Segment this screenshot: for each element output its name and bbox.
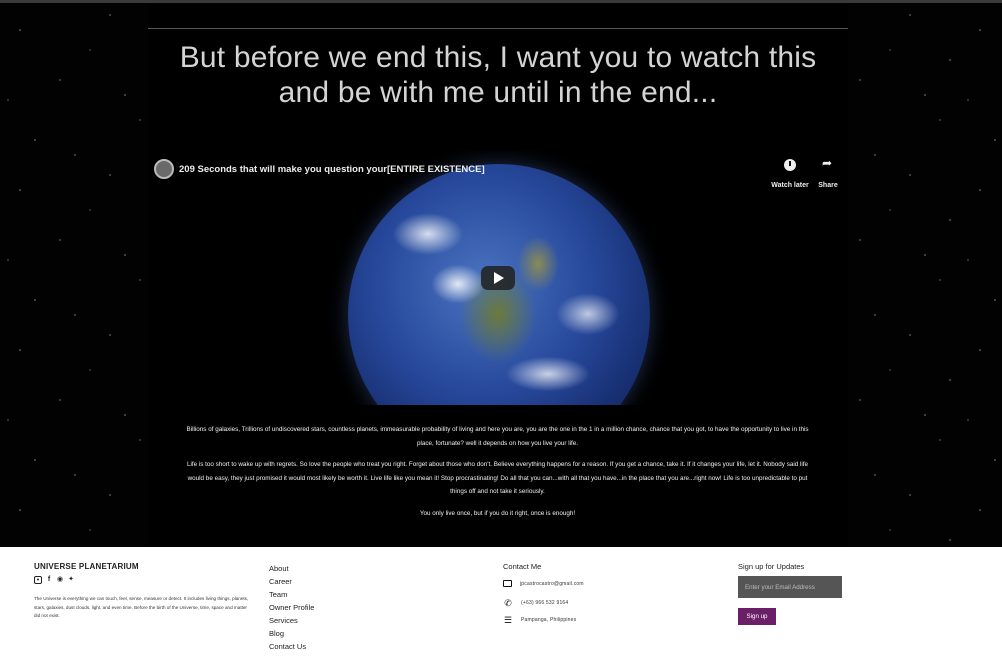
heading-line-1: But before we end this, I want you to wa… — [179, 41, 817, 74]
email-input[interactable] — [738, 576, 842, 598]
footer-link-team[interactable]: Team — [269, 588, 314, 601]
footer-link-blog[interactable]: Blog — [269, 627, 314, 640]
footer-brand: UNIVERSE PLANETARIUM — [34, 562, 139, 571]
instagram-icon[interactable]: • — [34, 576, 42, 584]
footer-link-career[interactable]: Career — [269, 575, 314, 588]
location-icon: ☰ — [503, 615, 513, 625]
signup-button[interactable]: Sign up — [738, 608, 776, 625]
footer-about: The Universe is everything we can touch,… — [34, 596, 249, 618]
heading-line-2: and be with me until in the end... — [278, 76, 718, 109]
signup-title: Sign up for Updates — [738, 562, 805, 571]
footer-links: About Career Team Owner Profile Services… — [269, 562, 314, 653]
watch-later-label: Watch later — [771, 182, 809, 189]
mail-icon — [503, 580, 512, 587]
play-button[interactable] — [481, 266, 515, 290]
github-icon[interactable]: ◉ — [56, 576, 64, 584]
twitter-icon[interactable]: ✦ — [67, 576, 75, 584]
contact-email[interactable]: jpcastrocastro@gmail.com — [520, 581, 584, 587]
contact-title: Contact Me — [503, 562, 542, 571]
video-title[interactable]: 209 Seconds that will make you question … — [179, 164, 485, 175]
paragraph-1: Billions of galaxies, Trillions of undis… — [186, 426, 809, 447]
contact-address-row: ☰ Pampanga, Philippines — [503, 615, 576, 625]
phone-icon: ✆ — [504, 598, 512, 608]
youtube-video-player[interactable]: 209 Seconds that will make you question … — [148, 150, 848, 405]
paragraph-2: Life is too short to wake up with regret… — [186, 461, 809, 495]
contact-phone-row: ✆ (+63) 966 532 9164 — [503, 598, 568, 608]
footer-link-services[interactable]: Services — [269, 614, 314, 627]
facebook-icon[interactable]: f — [45, 576, 53, 584]
page-heading: But before we end this, I want you to wa… — [148, 40, 848, 110]
social-links: • f ◉ ✦ — [34, 576, 75, 584]
contact-email-row: jpcastrocastro@gmail.com — [503, 580, 584, 587]
footer-link-about[interactable]: About — [269, 562, 314, 575]
site-footer: UNIVERSE PLANETARIUM • f ◉ ✦ The Univers… — [0, 547, 1002, 668]
share-button[interactable]: Share — [806, 156, 848, 192]
footer-link-owner-profile[interactable]: Owner Profile — [269, 601, 314, 614]
paragraph-3: You only live once, but if you do it rig… — [419, 509, 576, 517]
contact-address: Pampanga, Philippines — [521, 617, 577, 623]
message-text: Billions of galaxies, Trillions of undis… — [185, 423, 810, 528]
divider — [148, 28, 848, 29]
clock-icon — [784, 159, 796, 171]
footer-link-contact-us[interactable]: Contact Us — [269, 640, 314, 653]
channel-avatar[interactable] — [154, 159, 174, 179]
share-label: Share — [818, 182, 838, 189]
contact-phone: (+63) 966 532 9164 — [521, 600, 569, 606]
share-arrow-icon — [822, 156, 834, 171]
